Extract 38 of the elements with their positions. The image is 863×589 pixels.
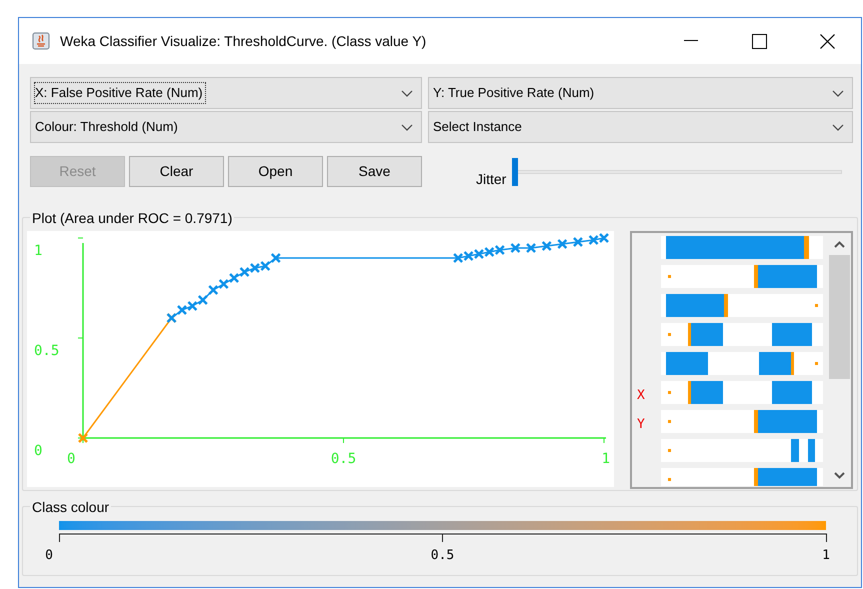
dropdown[interactable]: Select Instance — [428, 111, 853, 143]
y-axis-marker: Y — [637, 416, 645, 434]
scrollbar-thumb[interactable] — [829, 255, 850, 379]
y-tick-label: 1 — [34, 243, 42, 259]
dropdown[interactable]: X: False Positive Rate (Num) — [30, 77, 422, 109]
attribute-bars-drawing[interactable] — [661, 234, 823, 486]
chevron-down-icon — [832, 90, 844, 96]
chevron-down-icon — [401, 90, 413, 96]
dropdown[interactable]: Colour: Threshold (Num) — [30, 111, 422, 143]
x-axis-marker: X — [637, 387, 645, 405]
close-icon — [820, 34, 834, 48]
dropdown[interactable]: Y: True Positive Rate (Num) — [428, 77, 853, 109]
jitter-label: Jitter — [476, 170, 506, 189]
minimize-icon — [684, 40, 698, 42]
jitter-slider[interactable] — [512, 156, 842, 186]
dropdown-value: Colour: Threshold (Num) — [35, 118, 178, 136]
colour-scale-label: 0.5 — [430, 547, 454, 565]
y-tick-label: 0.5 — [34, 343, 60, 359]
dropdown-value: Select Instance — [433, 118, 522, 136]
x-tick-label: 0 — [67, 451, 76, 467]
x-tick-label: 1 — [602, 451, 610, 467]
scroll-up-icon[interactable] — [834, 241, 845, 248]
maximize-icon — [752, 34, 766, 48]
toolbar-button[interactable]: Save — [327, 156, 422, 186]
scroll-down-icon[interactable] — [834, 472, 845, 479]
slider-thumb[interactable] — [512, 158, 518, 186]
x-tick-label: 0.5 — [330, 451, 356, 467]
toolbar-button[interactable]: Open — [228, 156, 323, 186]
dropdown-value: X: False Positive Rate (Num) — [35, 83, 205, 103]
y-tick-label: 0 — [34, 443, 42, 459]
java-app-icon — [32, 32, 50, 50]
colour-scale-label: 1 — [822, 547, 830, 565]
colour-scale-label: 0 — [45, 547, 53, 565]
dropdown-value: Y: True Positive Rate (Num) — [433, 84, 594, 102]
chevron-down-icon — [401, 124, 413, 130]
toolbar-button[interactable]: Clear — [129, 156, 224, 186]
chevron-down-icon — [832, 124, 844, 130]
window-title: Weka Classifier Visualize: ThresholdCurve. (Class value Y) — [60, 32, 426, 51]
